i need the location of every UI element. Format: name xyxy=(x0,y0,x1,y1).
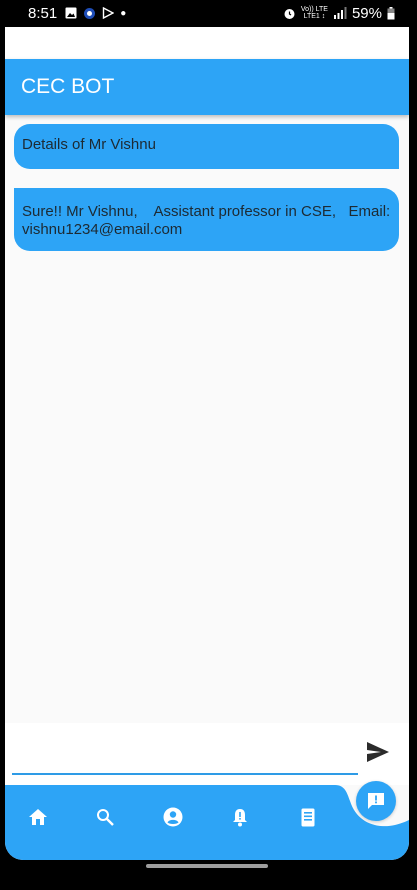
message-input[interactable] xyxy=(12,737,358,775)
nav-documents[interactable] xyxy=(290,799,326,835)
home-indicator[interactable] xyxy=(146,864,268,868)
user-message-bubble: Details of Mr Vishnu xyxy=(14,124,399,169)
battery-percent: 59% xyxy=(351,4,382,22)
search-icon xyxy=(97,809,114,826)
document-icon xyxy=(301,808,315,826)
status-bar: 8:51 ● Vo)) LTE LTE1 ↕ 59% xyxy=(0,0,417,26)
send-icon xyxy=(367,742,389,762)
composer xyxy=(5,723,409,785)
nav-notifications[interactable] xyxy=(222,799,258,835)
bottom-nav-bar xyxy=(5,785,409,860)
notification-icons: ● xyxy=(65,7,126,20)
app-title: CEC BOT xyxy=(21,75,115,98)
battery-icon xyxy=(387,6,395,19)
send-button[interactable] xyxy=(363,737,393,767)
app-bar: CEC BOT xyxy=(5,59,409,115)
status-right: Vo)) LTE LTE1 ↕ 59% xyxy=(283,5,395,22)
feedback-icon xyxy=(368,793,384,809)
feedback-fab[interactable] xyxy=(356,781,396,821)
network-top-label: Vo)) LTE xyxy=(300,6,328,13)
browser-icon xyxy=(84,7,96,19)
more-notifications-dot: ● xyxy=(120,7,127,19)
home-icon xyxy=(29,809,47,825)
top-spacer xyxy=(5,27,409,59)
nav-search[interactable] xyxy=(87,799,123,835)
play-store-icon xyxy=(103,7,115,19)
account-circle-icon xyxy=(163,807,183,827)
user-message-text: Details of Mr Vishnu xyxy=(22,136,156,153)
alarm-icon xyxy=(284,8,295,19)
bot-message-bubble: Sure!! Mr Vishnu, Assistant professor in… xyxy=(14,188,399,251)
network-bottom-label: LTE1 ↕ xyxy=(303,13,326,20)
nav-background xyxy=(5,785,409,860)
bot-message-text: Sure!! Mr Vishnu, Assistant professor in… xyxy=(22,203,395,238)
gallery-icon xyxy=(65,7,77,19)
signal-icon xyxy=(333,7,347,19)
notification-alert-icon xyxy=(233,808,247,826)
network-type: Vo)) LTE LTE1 ↕ xyxy=(301,6,328,20)
app-screen: CEC BOT Details of Mr Vishnu Sure!! Mr V… xyxy=(5,27,409,860)
nav-profile[interactable] xyxy=(155,799,191,835)
nav-home[interactable] xyxy=(20,799,56,835)
status-time: 8:51 xyxy=(28,4,58,22)
